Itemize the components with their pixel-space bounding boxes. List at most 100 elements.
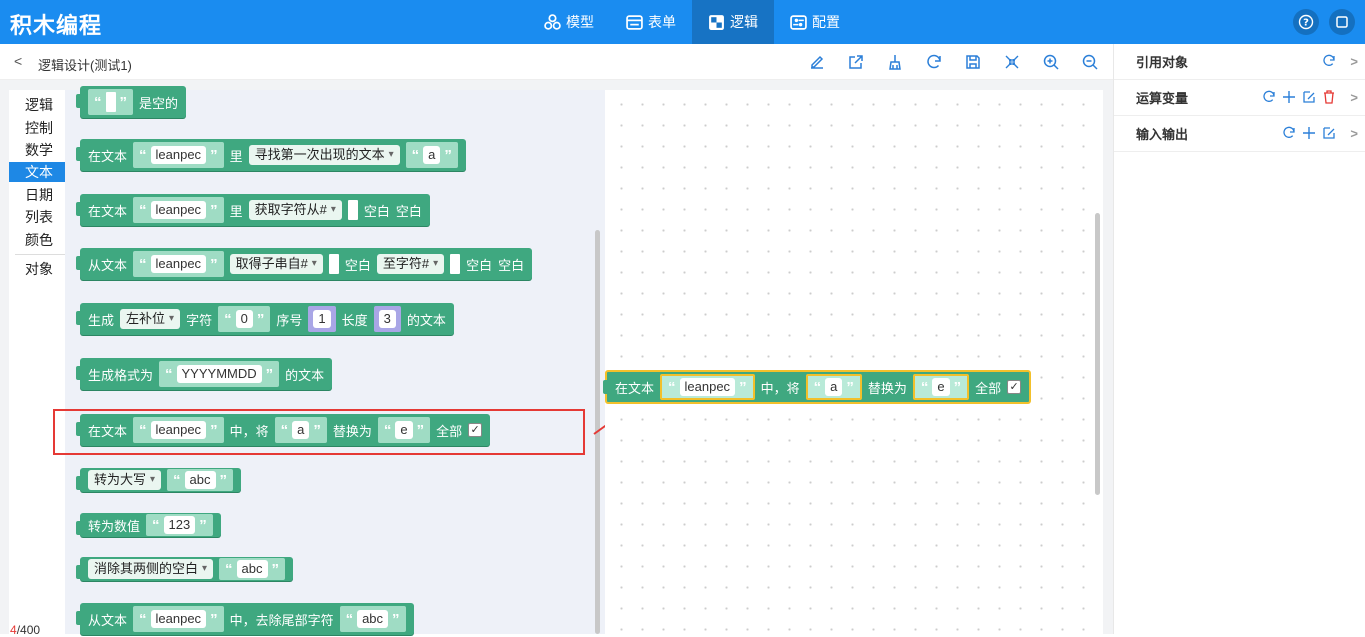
empty-slot[interactable] [450, 254, 461, 274]
text-field[interactable]: a [825, 378, 843, 396]
dropdown[interactable]: 消除其两侧的空白 [88, 559, 214, 579]
chevron-right-icon[interactable]: > [1350, 126, 1358, 141]
block-char-at[interactable]: 在文本 “leanpec” 里 获取字符从# 空白 空白 [76, 194, 430, 226]
category-logic[interactable]: 逻辑 [9, 95, 65, 115]
chevron-right-icon[interactable]: > [1350, 54, 1358, 69]
number-field[interactable]: 1 [313, 310, 331, 328]
block-trim-end[interactable]: 从文本 “leanpec” 中，去除尾部字符 “abc” [76, 603, 414, 635]
string-input[interactable]: “” [88, 89, 133, 115]
block-limit: /400 [16, 623, 41, 637]
string-input[interactable]: “abc” [339, 606, 406, 632]
string-input[interactable]: “leanpec” [133, 606, 224, 632]
text-field[interactable]: abc [236, 560, 268, 578]
text-field[interactable]: 123 [163, 516, 196, 534]
block-format-text[interactable]: 生成格式为 “YYYYMMDD” 的文本 [75, 358, 333, 390]
help-button[interactable]: ? [1293, 9, 1319, 35]
nav-config[interactable]: 配置 [774, 0, 856, 44]
text-field[interactable]: abc [357, 610, 389, 628]
string-input[interactable]: “a” [405, 142, 458, 168]
category-text[interactable]: 文本 [9, 162, 65, 182]
string-input[interactable]: “e” [912, 374, 970, 400]
nav-config-label: 配置 [812, 14, 840, 30]
add-icon[interactable] [1282, 90, 1296, 104]
category-color[interactable]: 颜色 [9, 230, 65, 250]
category-control[interactable]: 控制 [9, 118, 65, 138]
edit-icon[interactable] [808, 53, 826, 71]
back-button[interactable]: < [14, 53, 22, 69]
canvas-scrollbar[interactable] [1095, 213, 1100, 495]
string-input[interactable]: “123” [146, 514, 213, 536]
nav-form[interactable]: 表单 [610, 0, 692, 44]
text-field[interactable]: leanpec [150, 201, 207, 219]
clean-icon[interactable] [886, 53, 904, 71]
fullscreen-button[interactable] [1329, 9, 1355, 35]
workspace-canvas[interactable]: 在文本 “leanpec” 中，将 “a” 替换为 “e” 全部 ✓ [602, 90, 1103, 634]
text-field[interactable]: leanpec [679, 378, 736, 396]
dropdown[interactable]: 获取字符从# [248, 200, 342, 220]
text-field[interactable]: e [932, 378, 950, 396]
replace-all-checkbox[interactable]: ✓ [1007, 380, 1022, 394]
canvas-block-replace-text[interactable]: 在文本 “leanpec” 中，将 “a” 替换为 “e” 全部 ✓ [602, 370, 1032, 404]
edit-icon[interactable] [1322, 126, 1336, 140]
block-to-number[interactable]: 转为数值 “123” [76, 513, 221, 537]
number-input[interactable]: 3 [373, 306, 401, 332]
text-field[interactable]: a [423, 146, 441, 164]
text-field[interactable]: leanpec [150, 255, 207, 273]
refresh-icon[interactable] [1282, 126, 1296, 140]
dropdown[interactable]: 转为大写 [88, 470, 162, 490]
category-date[interactable]: 日期 [9, 185, 65, 205]
number-input[interactable]: 1 [308, 306, 336, 332]
block-index-of[interactable]: 在文本 “leanpec” 里 寻找第一次出现的文本 “a” [76, 139, 466, 171]
string-input[interactable]: “a” [805, 374, 862, 400]
string-input[interactable]: “leanpec” [133, 197, 224, 223]
block-to-upper[interactable]: 转为大写 “abc” [75, 468, 242, 492]
block-substring[interactable]: 从文本 “leanpec” 取得子串自# 空白 至字符# 空白 空白 [75, 248, 533, 280]
delete-icon[interactable] [1322, 90, 1336, 104]
export-icon[interactable] [847, 53, 865, 71]
empty-slot[interactable] [347, 200, 358, 220]
dropdown[interactable]: 寻找第一次出现的文本 [248, 145, 400, 165]
string-input[interactable]: “leanpec” [660, 374, 755, 400]
refresh-icon[interactable] [1262, 90, 1276, 104]
quote-open: “ [139, 201, 147, 219]
dropdown[interactable]: 左补位 [120, 309, 181, 329]
string-input[interactable]: “leanpec” [133, 251, 224, 277]
string-input[interactable]: “leanpec” [133, 142, 224, 168]
string-input[interactable]: “YYYYMMDD” [159, 361, 280, 387]
category-object[interactable]: 对象 [9, 259, 65, 279]
nav-model[interactable]: 模型 [528, 0, 610, 44]
text-field[interactable]: leanpec [150, 146, 207, 164]
dropdown[interactable]: 取得子串自# [229, 254, 323, 274]
string-input[interactable]: “abc” [167, 469, 234, 491]
nav-logic[interactable]: 逻辑 [692, 0, 774, 44]
collapse-icon[interactable] [1003, 53, 1021, 71]
category-math[interactable]: 数学 [9, 140, 65, 160]
quote-close: ” [210, 146, 218, 164]
panel-variables[interactable]: 运算变量 > [1114, 80, 1365, 116]
block-is-empty[interactable]: “” 是空的 [75, 86, 187, 118]
add-icon[interactable] [1302, 126, 1316, 140]
refresh-icon[interactable] [925, 53, 943, 71]
empty-slot[interactable] [328, 254, 339, 274]
category-list[interactable]: 列表 [9, 207, 65, 227]
number-field[interactable]: 3 [378, 310, 396, 328]
top-bar: 积木编程 模型 表单 逻辑 配置 ? [0, 0, 1365, 44]
quote-open: “ [813, 378, 822, 396]
panel-io[interactable]: 输入输出 > [1114, 116, 1365, 152]
text-field[interactable]: YYYYMMDD [176, 365, 262, 383]
save-icon[interactable] [964, 53, 982, 71]
block-trim[interactable]: 消除其两侧的空白 “abc” [75, 557, 294, 581]
edit-icon[interactable] [1302, 90, 1316, 104]
text-field[interactable]: abc [184, 471, 216, 489]
block-pad-text[interactable]: 生成 左补位 字符 “0” 序号 1 长度 3 的文本 [76, 303, 454, 335]
chevron-right-icon[interactable]: > [1350, 90, 1358, 105]
dropdown[interactable]: 至字符# [376, 254, 445, 274]
zoom-out-icon[interactable] [1081, 53, 1099, 71]
zoom-in-icon[interactable] [1042, 53, 1060, 71]
panel-references[interactable]: 引用对象 > [1114, 44, 1365, 80]
string-input[interactable]: “abc” [219, 558, 286, 580]
string-input[interactable]: “0” [218, 306, 271, 332]
text-field[interactable]: leanpec [150, 610, 207, 628]
text-field[interactable]: 0 [235, 310, 253, 328]
refresh-icon[interactable] [1322, 54, 1336, 68]
